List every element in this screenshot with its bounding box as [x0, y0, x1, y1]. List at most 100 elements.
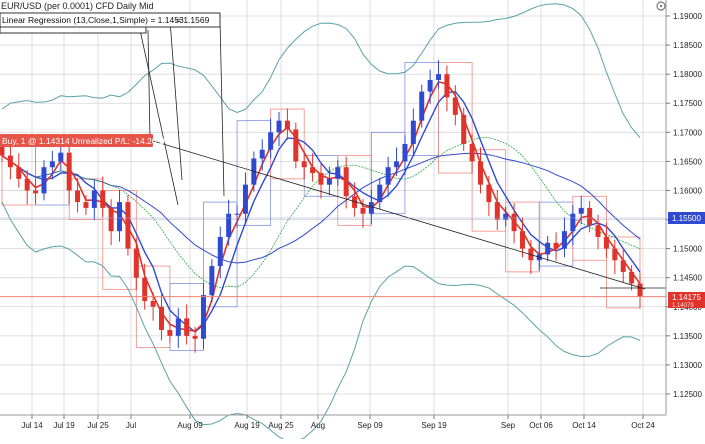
candle-body[interactable]	[209, 266, 215, 296]
candle-body[interactable]	[41, 167, 47, 194]
candle-body[interactable]	[335, 167, 341, 179]
candle-body[interactable]	[217, 236, 223, 267]
candle-body[interactable]	[377, 184, 383, 203]
candle-body[interactable]	[318, 173, 324, 185]
candle-body[interactable]	[175, 318, 181, 336]
date-tick-label: Oct 24	[631, 421, 655, 430]
candle-body[interactable]	[343, 167, 349, 197]
badge-blue-text: 1.15500	[672, 214, 701, 223]
candle-body[interactable]	[108, 207, 114, 232]
price-tick-label: 1.18000	[673, 70, 702, 79]
price-tick-label: 1.15000	[673, 245, 702, 254]
candle-body[interactable]	[75, 190, 81, 203]
candle-body[interactable]	[117, 202, 123, 232]
date-tick-label: Oct 06	[529, 421, 553, 430]
candle-body[interactable]	[368, 202, 374, 214]
candle-body[interactable]	[478, 161, 483, 185]
price-chart[interactable]: 1.19000 1.18500 1.18000 1.17500 1.17000 1.165…	[0, 0, 705, 442]
price-tick-label: 1.14500	[673, 274, 702, 283]
candle-body[interactable]	[167, 330, 173, 336]
candle-body[interactable]	[33, 190, 39, 194]
candle-body[interactable]	[436, 74, 442, 80]
candle-body[interactable]	[469, 143, 475, 162]
indicator-label: Linear Regression (13,Close,1,Simple) = …	[2, 15, 184, 25]
date-tick-label: Oct 14	[572, 421, 596, 430]
candle-body[interactable]	[91, 190, 97, 208]
candle-body[interactable]	[284, 120, 290, 130]
candle-body[interactable]	[637, 283, 643, 297]
candle-body[interactable]	[49, 161, 55, 168]
candle-body[interactable]	[83, 202, 89, 208]
price-tick-label: 1.18500	[673, 41, 702, 50]
candle-body[interactable]	[24, 178, 30, 191]
date-tick-label: Aug 25	[268, 421, 294, 430]
candle-body[interactable]	[486, 184, 492, 203]
candle-body[interactable]	[268, 132, 274, 150]
candle-body[interactable]	[394, 161, 400, 168]
indicator-extra: = 1.1569	[176, 15, 210, 25]
candle-body[interactable]	[360, 207, 366, 214]
title-bar: EUR/USD (per 0.0001) CFD Daily Mid	[0, 0, 154, 11]
date-tick-label: Aug	[311, 421, 325, 430]
candle-body[interactable]	[150, 300, 156, 307]
candle-body[interactable]	[259, 149, 265, 159]
candle-body[interactable]	[100, 190, 106, 208]
candle-body[interactable]	[595, 225, 601, 237]
candle-body[interactable]	[427, 79, 433, 92]
candle-body[interactable]	[310, 167, 316, 174]
candle-body[interactable]	[452, 97, 458, 115]
candle-body[interactable]	[142, 277, 148, 301]
candle-body[interactable]	[444, 74, 450, 98]
candle-body[interactable]	[545, 242, 551, 255]
candle-body[interactable]	[58, 152, 64, 162]
date-tick-label: Sep 19	[421, 421, 447, 430]
chart-window[interactable]: 1.19000 1.18500 1.18000 1.17500 1.17000 1.165…	[0, 0, 705, 442]
candle-body[interactable]	[410, 120, 416, 144]
candle-body[interactable]	[184, 318, 190, 336]
price-tick-label: 1.16500	[673, 157, 702, 166]
candle-body[interactable]	[16, 167, 22, 179]
candle-body[interactable]	[66, 152, 72, 191]
price-tick-label: 1.13000	[673, 361, 702, 370]
candle-body[interactable]	[0, 146, 5, 156]
candle-body[interactable]	[234, 213, 240, 215]
candle-body[interactable]	[402, 143, 408, 162]
candle-body[interactable]	[561, 231, 567, 249]
position-text: Buy, 1 @ 1.14314 Unrealized P/L: -14.20 …	[2, 136, 177, 146]
candle-body[interactable]	[578, 207, 584, 214]
candle-body[interactable]	[612, 248, 618, 261]
candle-body[interactable]	[553, 242, 559, 249]
candle-body[interactable]	[419, 91, 425, 121]
position-label[interactable]: Buy, 1 @ 1.14314 Unrealized P/L: -14.20 …	[0, 134, 177, 147]
candle-body[interactable]	[385, 167, 391, 185]
price-tick-label: 1.17000	[673, 128, 702, 137]
candle-body[interactable]	[519, 231, 525, 249]
candle-body[interactable]	[587, 207, 593, 226]
candle-body[interactable]	[603, 236, 609, 249]
candle-body[interactable]	[192, 335, 198, 339]
candle-body[interactable]	[494, 202, 500, 220]
candle-body[interactable]	[293, 129, 299, 162]
candle-body[interactable]	[629, 271, 635, 284]
candle-body[interactable]	[226, 213, 232, 237]
candle-body[interactable]	[301, 161, 307, 168]
price-tick-label: 1.16000	[673, 186, 702, 195]
candle-body[interactable]	[200, 295, 206, 339]
candle-body[interactable]	[503, 213, 509, 220]
date-tick-label: Aug 19	[234, 421, 260, 430]
candle-body[interactable]	[461, 114, 467, 144]
candle-body[interactable]	[242, 184, 248, 214]
candle-body[interactable]	[159, 306, 164, 331]
candle-body[interactable]	[511, 213, 517, 232]
date-tick-label: Jul 19	[53, 421, 75, 430]
price-tick-label: 1.12500	[673, 390, 702, 399]
candle-body[interactable]	[620, 260, 626, 272]
candle-body[interactable]	[125, 202, 131, 249]
date-tick-label: Jul	[126, 421, 136, 430]
price-tick-label: 1.19000	[673, 12, 702, 21]
candle-body[interactable]	[133, 248, 139, 278]
candle-body[interactable]	[276, 120, 282, 133]
candle-body[interactable]	[570, 213, 576, 232]
candle-body[interactable]	[326, 178, 332, 185]
candle-body[interactable]	[7, 155, 13, 168]
